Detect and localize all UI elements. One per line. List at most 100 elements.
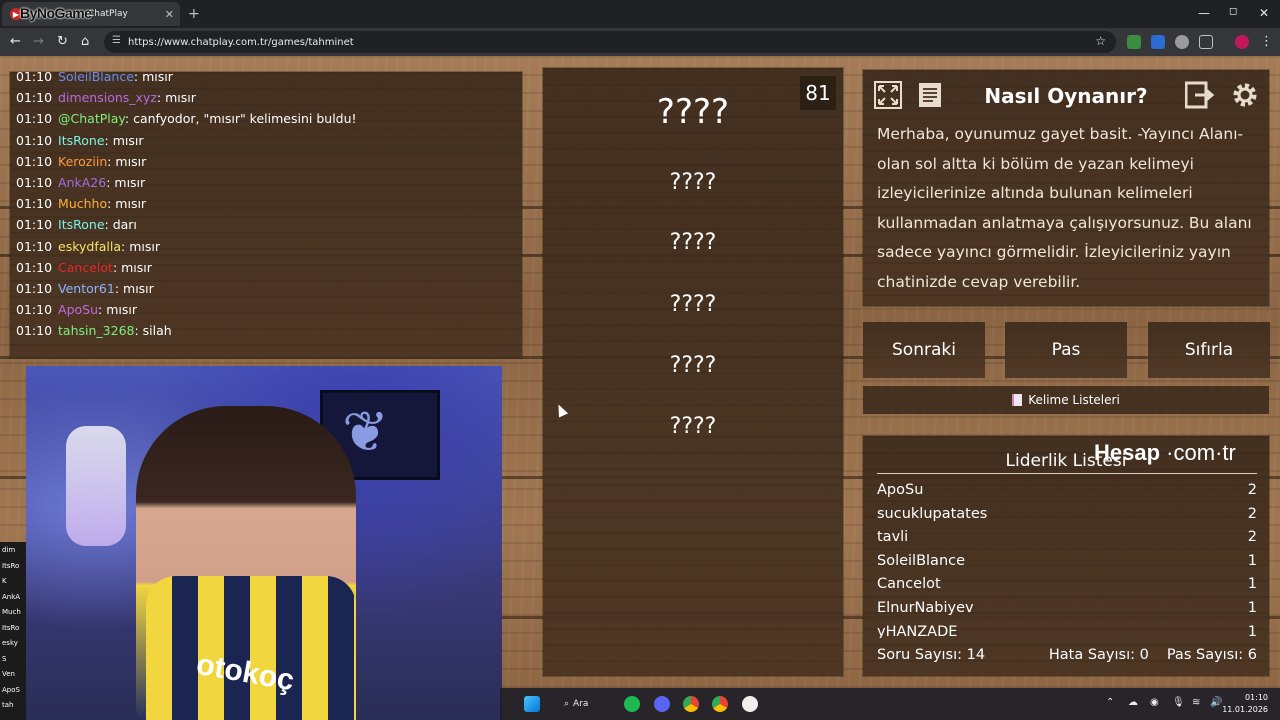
forward-icon[interactable]: → [33, 34, 44, 49]
question-count: Soru Sayısı: 14 [877, 647, 986, 663]
side-chat-item: AnkA [2, 592, 21, 601]
spotify-icon[interactable] [624, 696, 640, 712]
reload-icon[interactable]: ↻ [57, 34, 68, 49]
new-tab-button[interactable]: + [188, 6, 200, 22]
leaderboard-score: 2 [1247, 529, 1257, 546]
word-lists-button[interactable]: Kelime Listeleri [863, 386, 1269, 414]
minimize-button[interactable]: — [1198, 6, 1210, 20]
chat-text: : darı [104, 217, 137, 233]
chat-username[interactable]: ItsRone [58, 133, 104, 148]
side-chat-item: dim [2, 546, 16, 554]
browser-tab[interactable]: ▶ ByNoGame ChatPlay ✕ [2, 2, 180, 26]
chat-text: : mısır [121, 238, 160, 254]
chat-username[interactable]: Keroziin [58, 154, 107, 169]
network-icon[interactable]: ◉ [1150, 697, 1159, 708]
chat-message: 01:10 eskydfalla: mısır [16, 239, 160, 254]
side-chat-item: ItsRo [2, 561, 20, 570]
chat-text: : mısır [106, 175, 146, 190]
address-bar[interactable]: ☰ https://www.chatplay.com.tr/games/tahm… [104, 31, 1116, 53]
reset-button[interactable]: Sıfırla [1148, 322, 1270, 378]
butterfly-icon: ❦ [342, 400, 389, 465]
jersey-image [146, 576, 356, 720]
chat-text: : mısır [112, 259, 152, 275]
profile-avatar[interactable] [1235, 35, 1249, 49]
extension-icon[interactable] [1151, 35, 1165, 49]
chat-username[interactable]: Cancelot [58, 260, 113, 275]
chat-timestamp: 01:10 [16, 196, 53, 212]
leaderboard-row: tavli 2 [877, 529, 1257, 545]
chat-text: : silah [134, 323, 172, 339]
discord-icon[interactable] [654, 696, 670, 712]
browser-tab-bar: ▶ ByNoGame ChatPlay ✕ + — ◻ ✕ [0, 0, 1280, 28]
chat-username[interactable]: dimensions_xyz [58, 90, 157, 105]
volume-icon[interactable]: 🔊 [1210, 697, 1222, 708]
windows-taskbar: ⌕ Ara ⌃ ☁ ◉ 🎙 ≋ 🔊 01:10 11.01.2026 [500, 688, 1280, 720]
notebook-icon [1012, 394, 1023, 406]
cloud-icon[interactable]: ☁ [1128, 697, 1138, 708]
pass-button[interactable]: Pas [1005, 322, 1127, 378]
chat-message: 01:10 @ChatPlay: canfyodor, "mısır" kelim… [16, 111, 357, 126]
leaderboard-row: ApoSu 2 [877, 482, 1257, 498]
leaderboard-score: 1 [1247, 600, 1257, 616]
leaderboard-score: 2 [1247, 505, 1257, 522]
chat-text: : canfyodor, "mısır" kelimesini buldu! [124, 111, 357, 127]
leaderboard-divider [877, 473, 1257, 474]
clock-time: 01:10 [1244, 693, 1268, 702]
search-icon: ⌕ [564, 699, 570, 709]
hidden-word: ???? [669, 230, 717, 255]
chat-timestamp: 01:10 [16, 323, 53, 339]
tray-chevron-icon[interactable]: ⌃ [1106, 697, 1114, 708]
chat-username[interactable]: ApoSu [58, 302, 98, 317]
chrome-profile-icon[interactable] [712, 696, 728, 712]
chat-username[interactable]: Muchho [58, 196, 107, 211]
leaderboard-name: sucuklupatates [877, 505, 988, 522]
bookmark-star-icon[interactable]: ☆ [1095, 34, 1106, 48]
home-icon[interactable]: ⌂ [81, 34, 89, 49]
extension-icon[interactable] [1175, 35, 1189, 49]
leaderboard-name: ElnurNabiyev [877, 600, 974, 616]
side-chat-item: ItsRo [2, 623, 20, 632]
chat-timestamp: 01:10 [16, 153, 53, 169]
leaderboard-name: tavli [877, 529, 909, 546]
logout-icon[interactable] [1183, 78, 1217, 112]
chat-username[interactable]: AnkA26 [58, 175, 106, 190]
wifi-icon[interactable]: ≋ [1192, 697, 1200, 708]
hidden-word: ???? [669, 170, 717, 195]
chat-text: : mısır [156, 90, 196, 106]
next-button[interactable]: Sonraki [863, 322, 985, 378]
chat-username[interactable]: Ventor61 [58, 281, 115, 296]
chat-text: : mısır [114, 281, 154, 296]
webcam-feed: ❦ otokoç [26, 366, 502, 720]
leaderboard-row: Cancelot 1 [877, 576, 1257, 592]
menu-kebab-icon[interactable]: ⋮ [1260, 34, 1273, 49]
chat-timestamp: 01:10 [16, 69, 53, 84]
obs-icon[interactable] [742, 696, 758, 712]
chat-username[interactable]: tahsin_3268 [58, 323, 134, 338]
sponsor-logo: Hesap ·com·tr [1094, 440, 1236, 465]
leaderboard-row: yHANZADE 1 [877, 624, 1257, 638]
chat-username[interactable]: @ChatPlay [58, 111, 125, 126]
chrome-icon[interactable] [683, 696, 699, 712]
taskbar-clock[interactable]: 01:10 11.01.2026 [1222, 692, 1268, 716]
chat-username[interactable]: ItsRone [58, 217, 104, 232]
hidden-word: ???? [669, 353, 717, 378]
close-window-button[interactable]: ✕ [1259, 6, 1269, 20]
taskbar-search[interactable]: ⌕ Ara [564, 694, 608, 714]
chat-username[interactable]: SoleilBlance [58, 69, 134, 84]
chat-username[interactable]: eskydfalla [58, 239, 121, 254]
side-chat-item: tah [2, 701, 14, 709]
extensions-puzzle-icon[interactable] [1199, 35, 1213, 49]
leaderboard-name: SoleilBlance [877, 552, 966, 569]
gear-icon[interactable] [1228, 78, 1262, 112]
maximize-button[interactable]: ◻ [1229, 6, 1237, 17]
mic-icon[interactable]: 🎙 [1172, 697, 1185, 708]
chat-timestamp: 01:10 [16, 281, 53, 296]
pass-count: Pas Sayısı: 6 [1166, 647, 1257, 663]
start-icon[interactable] [524, 696, 540, 712]
tab-close-icon[interactable]: ✕ [165, 8, 174, 21]
site-info-icon[interactable]: ☰ [112, 35, 121, 46]
back-icon[interactable]: ← [10, 34, 21, 49]
chat-timestamp: 01:10 [16, 259, 53, 275]
leaderboard-name: Cancelot [877, 576, 941, 593]
extension-icon[interactable] [1127, 35, 1141, 49]
